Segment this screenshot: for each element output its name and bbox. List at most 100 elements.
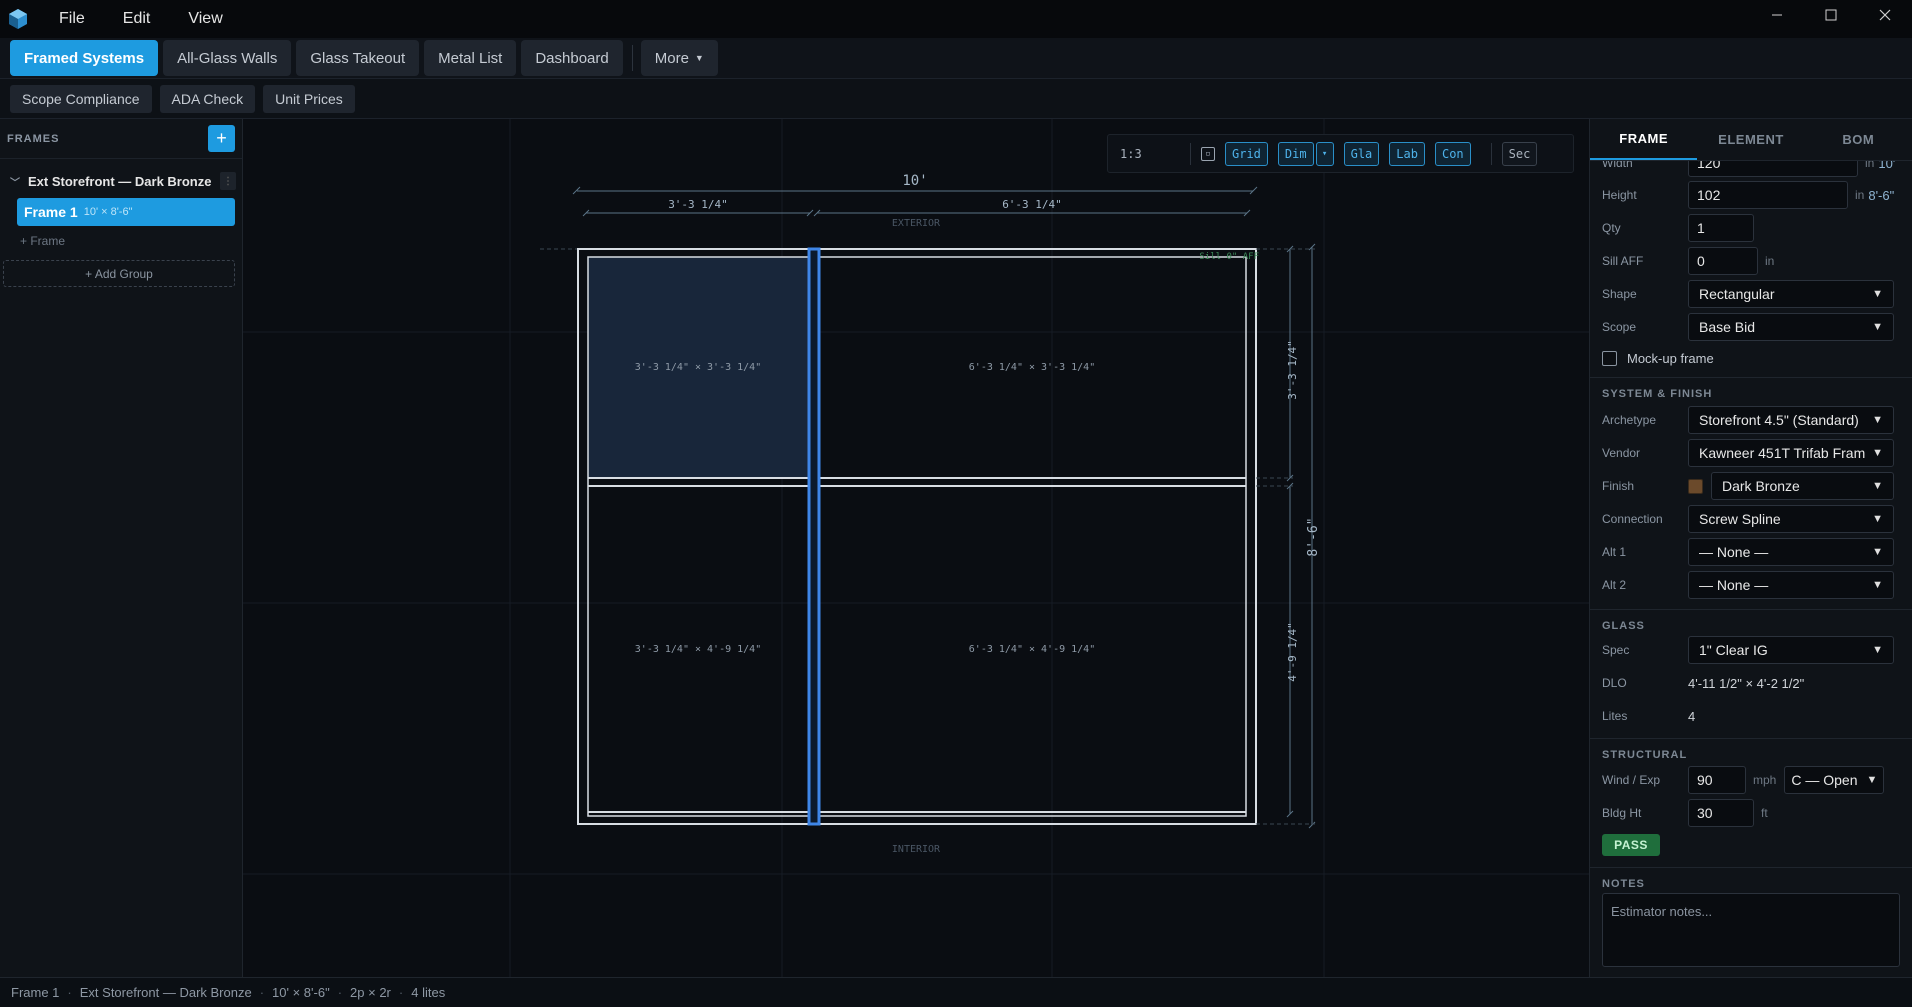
status-group: Ext Storefront — Dark Bronze xyxy=(79,985,252,1000)
finish-select[interactable]: Dark Bronze ▼ xyxy=(1711,472,1894,500)
tab-frame[interactable]: FRAME xyxy=(1590,119,1698,160)
toolbar-divider xyxy=(1190,142,1191,165)
structural-section: STRUCTURAL xyxy=(1590,738,1912,761)
shape-select[interactable]: Rectangular ▼ xyxy=(1688,280,1894,308)
main-tab-bar: Framed Systems All-Glass Walls Glass Tak… xyxy=(0,38,1912,79)
glass-section: GLASS xyxy=(1590,609,1912,632)
vendor-select[interactable]: Kawneer 451T Trifab Framing ▼ xyxy=(1688,439,1894,467)
lites-row: Lites 4 xyxy=(1602,702,1902,730)
scope-select[interactable]: Base Bid ▼ xyxy=(1688,313,1894,341)
fit-view-icon[interactable]: ▫ xyxy=(1201,146,1215,161)
sill-label: Sill AFF xyxy=(1602,254,1644,268)
toggle-con-button[interactable]: Con xyxy=(1434,141,1471,166)
chevron-down-icon: ▼ xyxy=(1872,579,1883,591)
tab-more[interactable]: More ▼ xyxy=(640,40,718,76)
tab-all-glass-walls[interactable]: All-Glass Walls xyxy=(163,40,292,76)
minimize-button[interactable] xyxy=(1750,0,1804,30)
notes-section: NOTES xyxy=(1590,867,1912,890)
canvas-toolbar: 1:3 ▫ Grid Dim ▾ Gla Lab Con Sec xyxy=(1107,134,1574,173)
maximize-button[interactable] xyxy=(1804,0,1858,30)
caret-down-icon: ▼ xyxy=(694,53,704,63)
sill-input[interactable]: 0 xyxy=(1688,247,1758,275)
archetype-select[interactable]: Storefront 4.5" (Standard) ▼ xyxy=(1688,406,1894,434)
scale-readout[interactable]: 1:3 xyxy=(1120,147,1180,161)
dlo-label: DLO xyxy=(1602,676,1627,690)
height-label: Height xyxy=(1602,188,1637,202)
status-frame: Frame 1 xyxy=(11,985,60,1000)
bldg-input[interactable]: 30 xyxy=(1688,799,1754,827)
tab-bom[interactable]: BOM xyxy=(1805,119,1912,160)
bldg-unit: ft xyxy=(1761,806,1768,820)
alt1-label: Alt 1 xyxy=(1602,545,1627,559)
group-name: Ext Storefront — Dark Bronze xyxy=(28,173,212,189)
alt1-select[interactable]: — None — ▼ xyxy=(1688,538,1894,566)
bldg-label: Bldg Ht xyxy=(1602,806,1642,820)
status-separator: · xyxy=(259,985,265,1000)
mockup-label: Mock-up frame xyxy=(1627,350,1714,366)
connection-row: Connection Screw Spline ▼ xyxy=(1602,505,1902,533)
dim-options-caret-icon[interactable]: ▾ xyxy=(1315,141,1334,166)
tab-element[interactable]: ELEMENT xyxy=(1697,119,1804,160)
selected-mullion[interactable] xyxy=(807,247,821,826)
alt2-value: — None — xyxy=(1699,577,1769,593)
toggle-grid-button[interactable]: Grid xyxy=(1225,141,1268,166)
add-frame-link[interactable]: + Frame xyxy=(20,234,242,248)
exterior-label: EXTERIOR xyxy=(892,218,941,229)
tab-glass-takeout[interactable]: Glass Takeout xyxy=(296,40,420,76)
bottom-row-height-label: 4'-9 1/4" xyxy=(1286,622,1299,682)
alt1-value: — None — xyxy=(1699,544,1769,560)
qty-input[interactable]: 1 xyxy=(1688,214,1754,242)
menu-file[interactable]: File xyxy=(49,6,93,32)
toggle-glass-button[interactable]: Gla xyxy=(1343,141,1380,166)
menu-edit[interactable]: Edit xyxy=(113,6,159,32)
tab-metal-list[interactable]: Metal List xyxy=(424,40,517,76)
finish-label: Finish xyxy=(1602,479,1635,493)
wind-label: Wind / Exp xyxy=(1602,773,1661,787)
subtab-scope-compliance[interactable]: Scope Compliance xyxy=(10,84,152,113)
add-group-button[interactable]: + Add Group xyxy=(3,260,235,287)
frames-title: FRAMES xyxy=(7,132,60,145)
subtab-unit-prices[interactable]: Unit Prices xyxy=(263,84,355,113)
notes-textarea[interactable]: Estimator notes... xyxy=(1602,893,1900,967)
height-feet: 8'-6" xyxy=(1868,187,1895,203)
sub-tab-bar: Scope Compliance ADA Check Unit Prices xyxy=(0,79,1912,119)
wind-input[interactable]: 90 xyxy=(1688,766,1746,794)
archetype-row: Archetype Storefront 4.5" (Standard) ▼ xyxy=(1602,406,1902,434)
frame-group[interactable]: ﹀ Ext Storefront — Dark Bronze ⋮ xyxy=(0,168,242,194)
mockup-checkbox[interactable] xyxy=(1602,350,1617,366)
status-separator: · xyxy=(337,985,343,1000)
spec-select[interactable]: 1" Clear IG ▼ xyxy=(1688,636,1894,664)
group-menu-icon[interactable]: ⋮ xyxy=(220,172,236,190)
dlo-row: DLO 4'-11 1/2" × 4'-2 1/2" xyxy=(1602,669,1902,697)
sill-row: Sill AFF 0 in xyxy=(1602,247,1902,275)
close-button[interactable] xyxy=(1858,0,1912,30)
bldg-row: Bldg Ht 30 ft xyxy=(1602,799,1902,827)
connection-select[interactable]: Screw Spline ▼ xyxy=(1688,505,1894,533)
add-frame-button[interactable]: + xyxy=(208,125,235,152)
frames-panel: FRAMES + ﹀ Ext Storefront — Dark Bronze … xyxy=(0,119,243,977)
spec-label: Spec xyxy=(1602,643,1630,657)
section-view-button[interactable]: Sec xyxy=(1501,141,1538,166)
tab-dashboard[interactable]: Dashboard xyxy=(521,40,623,76)
tab-framed-systems[interactable]: Framed Systems xyxy=(10,40,159,76)
height-input[interactable]: 102 xyxy=(1688,181,1848,209)
wind-row: Wind / Exp 90 mph C — Open Terrain ▼ xyxy=(1602,766,1912,794)
left-bay-width-label: 3'-3 1/4" xyxy=(668,198,728,211)
finish-color-swatch[interactable] xyxy=(1688,478,1703,494)
chevron-down-icon: ▼ xyxy=(1872,414,1883,426)
subtab-ada-check[interactable]: ADA Check xyxy=(159,84,256,113)
dlo-value: 4'-11 1/2" × 4'-2 1/2" xyxy=(1688,675,1805,691)
alt2-label: Alt 2 xyxy=(1602,578,1627,592)
shape-value: Rectangular xyxy=(1699,286,1775,302)
toolbar-divider xyxy=(1490,142,1492,165)
exposure-select[interactable]: C — Open Terrain ▼ xyxy=(1784,766,1885,794)
toggle-labels-button[interactable]: Lab xyxy=(1389,141,1425,166)
drawing-canvas[interactable]: 10' 3'-3 1/4" 6'-3 1/4" EXTERIOR INTERIO… xyxy=(243,119,1589,977)
right-bay-width-label: 6'-3 1/4" xyxy=(1002,198,1062,211)
menu-view[interactable]: View xyxy=(178,6,230,32)
alt2-select[interactable]: — None — ▼ xyxy=(1688,571,1894,599)
toggle-dim-button[interactable]: Dim xyxy=(1277,141,1314,166)
lite-tr-label: 6'-3 1/4" × 3'-3 1/4" xyxy=(969,362,1095,373)
frame-list-item[interactable]: Frame 1 10' × 8'-6" xyxy=(17,198,235,226)
archetype-label: Archetype xyxy=(1602,413,1657,427)
